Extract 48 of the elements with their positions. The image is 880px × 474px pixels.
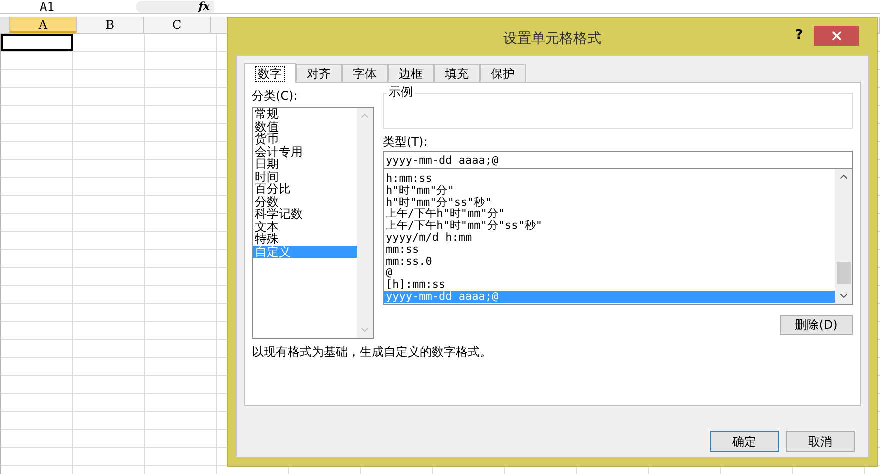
- column-header[interactable]: B: [77, 17, 144, 33]
- type-label: 类型(T):: [383, 135, 429, 149]
- select-all-corner[interactable]: [0, 17, 10, 33]
- description-text: 以现有格式为基础，生成自定义的数字格式。: [252, 345, 493, 359]
- format-item[interactable]: 上午/下午h"时"mm"分"ss"秒": [384, 220, 835, 232]
- format-item[interactable]: h:mm:ss: [384, 173, 835, 185]
- format-item[interactable]: @: [384, 267, 835, 280]
- category-item[interactable]: 数值: [253, 120, 357, 133]
- format-item[interactable]: mm:ss: [384, 244, 835, 256]
- close-icon: [830, 29, 844, 43]
- scrollbar[interactable]: [835, 169, 852, 304]
- help-button[interactable]: ?: [795, 26, 803, 46]
- name-box[interactable]: A1: [0, 0, 120, 12]
- category-item[interactable]: 时间: [253, 170, 357, 183]
- tab[interactable]: 数字: [244, 63, 296, 83]
- category-item[interactable]: 会计专用: [253, 146, 357, 158]
- fx-button[interactable]: fx: [136, 0, 214, 12]
- category-item[interactable]: 货币: [253, 133, 357, 146]
- tab[interactable]: 保护: [480, 64, 526, 82]
- selected-cell[interactable]: [1, 34, 73, 51]
- tab[interactable]: 字体: [342, 64, 388, 82]
- column-header[interactable]: C: [144, 17, 211, 33]
- format-item[interactable]: h"时"mm"分"ss"秒": [384, 196, 835, 208]
- dialog-title: 设置单元格格式: [504, 30, 602, 49]
- category-item[interactable]: 科学记数: [253, 208, 357, 220]
- close-button[interactable]: [814, 26, 859, 46]
- category-item[interactable]: 特殊: [253, 233, 357, 246]
- category-item[interactable]: 日期: [253, 158, 357, 170]
- ok-button[interactable]: 确定: [710, 431, 779, 452]
- category-item[interactable]: 分数: [253, 196, 357, 208]
- type-input[interactable]: yyyy-mm-dd aaaa;@: [383, 151, 853, 169]
- format-item[interactable]: 上午/下午h"时"mm"分": [384, 208, 835, 220]
- format-item[interactable]: mm:ss.0: [384, 256, 835, 268]
- delete-button[interactable]: 删除(D): [780, 315, 853, 335]
- category-label: 分类(C):: [252, 89, 299, 103]
- category-item[interactable]: 常规: [253, 108, 357, 120]
- scroll-thumb[interactable]: [836, 262, 850, 284]
- sample-label: 示例: [387, 85, 415, 99]
- column-header[interactable]: A: [10, 17, 78, 33]
- tab[interactable]: 边框: [388, 64, 434, 82]
- format-item[interactable]: yyyy/m/d h:mm: [384, 232, 835, 244]
- tab[interactable]: 对齐: [296, 64, 342, 82]
- category-item[interactable]: 百分比: [253, 183, 357, 196]
- format-item[interactable]: [h]:mm:ss: [384, 279, 835, 291]
- cancel-button[interactable]: 取消: [786, 431, 855, 452]
- category-item[interactable]: 文本: [253, 220, 357, 233]
- tab[interactable]: 填充: [434, 64, 480, 82]
- format-item[interactable]: h"时"mm"分": [384, 184, 835, 197]
